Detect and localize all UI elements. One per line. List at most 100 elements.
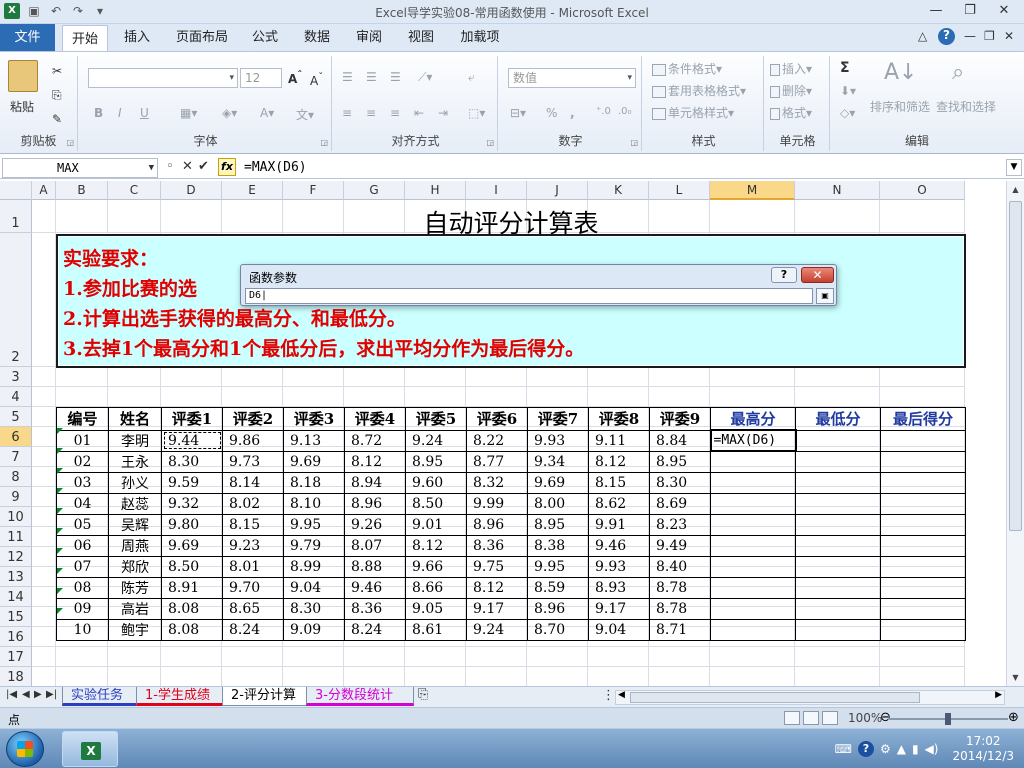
close-window-icon[interactable]: ✕	[988, 0, 1020, 22]
page-break-view-icon[interactable]	[822, 711, 838, 725]
column-heading[interactable]: 评委8	[588, 407, 650, 431]
tab-review[interactable]: 审阅	[350, 24, 388, 51]
format-as-table-button[interactable]: 套用表格格式▾	[652, 82, 746, 99]
taskbar-excel-button[interactable]: X	[62, 731, 118, 767]
taskbar-clock[interactable]: 17:02 2014/12/3	[952, 734, 1014, 764]
scroll-right-icon[interactable]: ▶	[995, 690, 1002, 700]
row-header[interactable]: 8	[0, 467, 32, 487]
table-cell[interactable]: 9.95	[283, 513, 345, 536]
column-header[interactable]: F	[283, 181, 344, 200]
table-cell[interactable]: 8.01	[222, 555, 284, 578]
table-cell[interactable]: 8.00	[527, 492, 589, 515]
table-cell[interactable]	[880, 492, 966, 515]
sheet-tab[interactable]: 实验任务	[62, 687, 140, 706]
table-cell[interactable]: 05	[56, 513, 109, 536]
wb-restore-icon[interactable]: ❐	[984, 29, 995, 43]
vertical-scroll-thumb[interactable]	[1009, 201, 1022, 531]
worksheet-grid[interactable]: A B C D E F G H I J K L M N O 1 2 3 4 5 6 7 8 9 10 11 12 13 14 15 16 17…	[0, 181, 1006, 686]
table-cell[interactable]	[795, 597, 881, 620]
decrease-decimal-icon[interactable]: .0₀	[618, 106, 632, 117]
table-cell[interactable]: 8.93	[588, 576, 650, 599]
table-cell[interactable]: 8.95	[527, 513, 589, 536]
column-heading[interactable]: 姓名	[108, 407, 162, 431]
table-cell[interactable]: 8.95	[405, 450, 467, 473]
table-cell[interactable]: 9.69	[527, 471, 589, 494]
row-header[interactable]: 7	[0, 447, 32, 467]
table-cell[interactable]: 8.32	[466, 471, 528, 494]
expand-dialog-icon[interactable]: ▣	[816, 288, 834, 304]
tab-formulas[interactable]: 公式	[246, 24, 284, 51]
table-cell[interactable]	[795, 450, 881, 473]
align-middle-icon[interactable]: ☰	[366, 70, 377, 84]
sheet-tab[interactable]: 2-评分计算	[222, 687, 308, 706]
table-cell[interactable]: 8.66	[405, 576, 467, 599]
table-cell[interactable]: 郑欣	[108, 555, 162, 578]
clipboard-launcher-icon[interactable]: ◲	[66, 138, 74, 147]
dialog-close-button[interactable]: ✕	[801, 267, 834, 283]
table-cell[interactable]: 08	[56, 576, 109, 599]
insert-cells-button[interactable]: 插入▾	[770, 60, 812, 77]
table-cell[interactable]: 09	[56, 597, 109, 620]
scroll-left-icon[interactable]: ◀	[618, 690, 625, 700]
restore-icon[interactable]: ❐	[954, 0, 986, 22]
table-cell[interactable]: 8.96	[466, 513, 528, 536]
table-cell[interactable]: 9.05	[405, 597, 467, 620]
table-cell[interactable]: 9.86	[222, 429, 284, 452]
cancel-entry-icon[interactable]: ✕	[182, 159, 193, 174]
column-header[interactable]: J	[527, 181, 588, 200]
name-box[interactable]: MAX ▼	[2, 158, 158, 178]
table-cell[interactable]: 8.10	[283, 492, 345, 515]
table-cell[interactable]: 9.93	[527, 429, 589, 452]
clear-icon[interactable]: ◇▾	[840, 106, 855, 120]
alignment-launcher-icon[interactable]: ◲	[486, 138, 494, 147]
zoom-level[interactable]: 100%	[848, 711, 882, 725]
table-cell[interactable]: 8.15	[588, 471, 650, 494]
table-cell[interactable]	[710, 555, 796, 578]
table-cell[interactable]: 8.94	[344, 471, 406, 494]
table-cell[interactable]: 8.22	[466, 429, 528, 452]
table-cell[interactable]: 9.17	[588, 597, 650, 620]
table-cell[interactable]: 8.71	[649, 618, 711, 641]
table-cell[interactable]: 02	[56, 450, 109, 473]
comma-button[interactable]: ,	[570, 106, 575, 120]
tab-file[interactable]: 文件	[0, 24, 55, 51]
table-cell[interactable]: 8.95	[649, 450, 711, 473]
tab-addins[interactable]: 加载项	[454, 24, 506, 51]
table-cell[interactable]: 8.08	[161, 618, 223, 641]
scroll-down-icon[interactable]: ▼	[1007, 669, 1024, 686]
table-cell[interactable]: 9.24	[466, 618, 528, 641]
table-cell[interactable]: 9.23	[222, 534, 284, 557]
find-select-icon[interactable]: ⌕	[952, 60, 964, 85]
column-heading[interactable]: 评委3	[283, 407, 345, 431]
table-cell[interactable]: 8.65	[222, 597, 284, 620]
select-all-corner[interactable]	[0, 181, 32, 200]
paste-icon[interactable]	[8, 60, 38, 92]
error-indicator-icon[interactable]	[57, 608, 63, 614]
network-icon[interactable]: ▮	[912, 742, 919, 756]
delete-cells-button[interactable]: 删除▾	[770, 82, 812, 99]
table-cell[interactable]: 9.11	[588, 429, 650, 452]
autosum-button[interactable]: Σ	[840, 60, 850, 76]
cut-icon[interactable]: ✂	[52, 64, 62, 78]
column-header[interactable]: L	[649, 181, 710, 200]
table-cell[interactable]	[795, 618, 881, 641]
table-cell[interactable]: 8.78	[649, 576, 711, 599]
column-header[interactable]: I	[466, 181, 527, 200]
table-cell[interactable]: 9.95	[527, 555, 589, 578]
table-cell[interactable]	[795, 471, 881, 494]
table-cell[interactable]: 吴辉	[108, 513, 162, 536]
increase-decimal-icon[interactable]: ⁺.0	[596, 106, 611, 117]
row-header[interactable]: 5	[0, 407, 32, 427]
table-cell[interactable]: 8.40	[649, 555, 711, 578]
table-cell[interactable]: 9.49	[649, 534, 711, 557]
format-cells-button[interactable]: 格式▾	[770, 104, 812, 121]
table-cell[interactable]: 9.93	[588, 555, 650, 578]
volume-icon[interactable]: ◀)	[925, 742, 939, 756]
sheet-tab[interactable]: 1-学生成绩	[136, 687, 224, 706]
zoom-slider-knob[interactable]	[945, 713, 951, 725]
error-indicator-icon[interactable]	[57, 488, 63, 494]
table-cell[interactable]: 8.14	[222, 471, 284, 494]
column-heading[interactable]: 最后得分	[880, 407, 966, 431]
show-hidden-icons-icon[interactable]: ▲	[897, 742, 906, 756]
table-cell[interactable]: 周燕	[108, 534, 162, 557]
